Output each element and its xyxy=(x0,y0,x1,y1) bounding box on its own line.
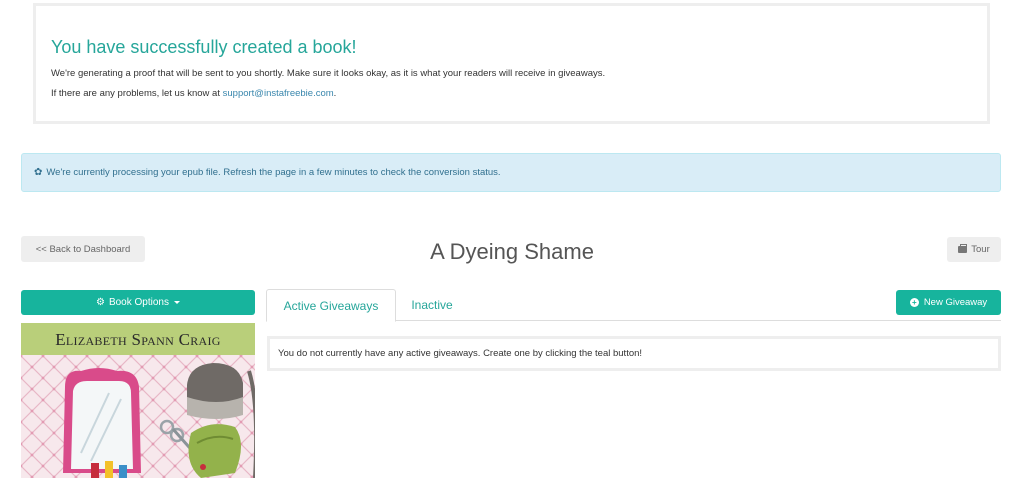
book-cover: Elizabeth Spann Craig xyxy=(21,323,255,478)
tab-inactive[interactable]: Inactive xyxy=(396,289,468,321)
book-options-label: Book Options xyxy=(108,297,169,308)
giveaway-tabs: Active Giveaways Inactive xyxy=(266,289,1001,322)
caret-down-icon xyxy=(174,301,180,304)
support-message: If there are any problems, let us know a… xyxy=(51,88,336,99)
empty-giveaways-panel: You do not currently have any active giv… xyxy=(267,336,1001,371)
tour-button[interactable]: Tour xyxy=(947,237,1001,262)
processing-alert-text: We're currently processing your epub fil… xyxy=(46,167,501,178)
support-suffix: . xyxy=(333,88,337,99)
gear-icon: ✿ xyxy=(34,167,43,178)
success-panel: You have successfully created a book! We… xyxy=(33,3,990,124)
empty-giveaways-message: You do not currently have any active giv… xyxy=(278,348,643,359)
tab-active-giveaways[interactable]: Active Giveaways xyxy=(266,289,396,322)
page-title: A Dyeing Shame xyxy=(430,239,594,264)
briefcase-icon xyxy=(958,244,968,253)
success-title: You have successfully created a book! xyxy=(51,37,357,57)
cover-author: Elizabeth Spann Craig xyxy=(55,330,221,349)
support-prefix: If there are any problems, let us know a… xyxy=(51,88,223,99)
processing-alert: ✿ We're currently processing your epub f… xyxy=(21,153,1001,192)
support-email-link[interactable]: support@instafreebie.com xyxy=(223,88,334,99)
success-message: We're generating a proof that will be se… xyxy=(51,68,606,79)
book-options-button[interactable]: ⚙ Book Options xyxy=(21,290,255,315)
tour-label: Tour xyxy=(971,244,990,255)
new-giveaway-label: New Giveaway xyxy=(923,297,988,308)
cogs-icon: ⚙ xyxy=(95,297,105,308)
plus-circle-icon: + xyxy=(909,298,919,307)
new-giveaway-button[interactable]: + New Giveaway xyxy=(896,290,1001,315)
